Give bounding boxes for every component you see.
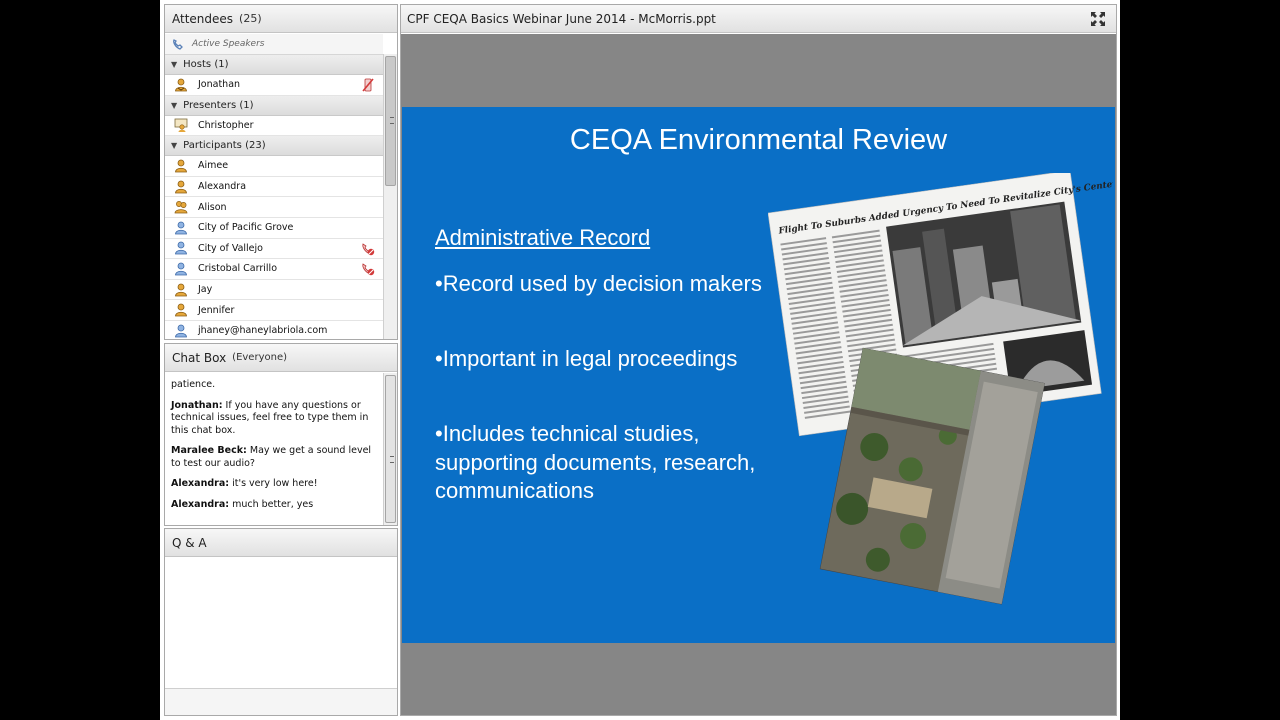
participant-group-icon xyxy=(174,200,188,214)
attendee-name: City of Pacific Grove xyxy=(198,222,294,234)
phone-muted-icon[interactable] xyxy=(361,262,375,276)
meeting-window: Attendees (25) Active Speakers ▼ Hosts (… xyxy=(160,0,1120,720)
attendee-name: City of Vallejo xyxy=(198,242,263,254)
group-hosts[interactable]: ▼ Hosts (1) xyxy=(165,55,383,75)
group-participants-label: Participants (23) xyxy=(183,140,266,152)
active-speakers: Active Speakers xyxy=(165,34,383,55)
share-stage: CEQA Environmental Review Administrative… xyxy=(401,34,1116,715)
chat-scope: (Everyone) xyxy=(232,352,288,363)
phone-icon xyxy=(173,38,183,50)
share-title: CPF CEQA Basics Webinar June 2014 - McMo… xyxy=(407,11,716,26)
share-header: CPF CEQA Basics Webinar June 2014 - McMo… xyxy=(401,5,1116,33)
attendees-count: (25) xyxy=(239,12,262,25)
slide-bullet: •Record used by decision makers xyxy=(435,271,762,296)
participant-user-icon xyxy=(174,241,188,255)
attendee-scrollbar[interactable] xyxy=(383,54,397,339)
qa-pod: Q & A xyxy=(164,528,398,716)
attendee-name: jhaney@haneylabriola.com xyxy=(198,325,328,337)
chat-message: Maralee Beck: May we get a sound level t… xyxy=(171,445,372,469)
attendee-row[interactable]: jhaney@haneylabriola.com xyxy=(165,320,383,339)
attendee-row[interactable]: City of Vallejo xyxy=(165,238,383,260)
chat-message: Alexandra: it's very low here! xyxy=(171,478,318,489)
participant-user-icon xyxy=(174,324,188,338)
chat-message: Jonathan: If you have any questions or t… xyxy=(171,399,369,436)
attendee-name: Alison xyxy=(198,201,227,213)
group-participants[interactable]: ▼ Participants (23) xyxy=(165,136,383,157)
attendee-list: Active Speakers ▼ Hosts (1) Jonathan ▼ P… xyxy=(165,34,383,339)
chat-message: patience. xyxy=(171,379,216,390)
chat-scroll-thumb[interactable] xyxy=(385,375,396,523)
attendee-row[interactable]: Jennifer xyxy=(165,300,383,321)
slide-title: CEQA Environmental Review xyxy=(569,124,948,156)
participant-user-icon xyxy=(174,221,188,235)
collapse-triangle-icon: ▼ xyxy=(171,60,178,69)
attendee-row[interactable]: Jay xyxy=(165,279,383,301)
chat-messages: patience. Jonathan: If you have any ques… xyxy=(165,373,383,525)
participant-user-icon xyxy=(174,159,188,173)
attendee-name: Aimee xyxy=(198,160,229,172)
attendee-row[interactable]: City of Pacific Grove xyxy=(165,217,383,239)
host-user-icon xyxy=(174,78,188,92)
slide-images: Flight To Suburbs Added Urgency To Need … xyxy=(767,170,1115,643)
active-speakers-label: Active Speakers xyxy=(192,39,265,49)
qa-header[interactable]: Q & A xyxy=(165,529,397,557)
group-presenters-label: Presenters (1) xyxy=(183,99,254,111)
participant-user-icon xyxy=(174,262,188,276)
attendee-name: Christopher xyxy=(198,119,254,131)
slide-bullet: •Includes technical studies, supporting … xyxy=(435,421,756,503)
chat-title: Chat Box xyxy=(172,350,227,365)
collapse-triangle-icon: ▼ xyxy=(171,100,178,110)
participant-user-icon xyxy=(174,180,188,194)
presenter-icon xyxy=(174,118,188,133)
attendee-name: Cristobal Carrillo xyxy=(198,263,278,275)
collapse-triangle-icon: ▼ xyxy=(171,141,178,151)
participant-user-icon xyxy=(174,303,188,317)
attendee-name: Jonathan xyxy=(198,79,241,91)
attendees-pod: Attendees (25) Active Speakers ▼ Hosts (… xyxy=(164,4,398,340)
chat-scrollbar[interactable] xyxy=(383,373,397,525)
chat-pod: Chat Box (Everyone) patience. Jonathan: … xyxy=(164,343,398,526)
attendees-header[interactable]: Attendees (25) xyxy=(165,5,397,33)
qa-input-bar[interactable] xyxy=(165,688,397,715)
attendee-scroll-thumb[interactable] xyxy=(385,56,396,186)
share-pod: CPF CEQA Basics Webinar June 2014 - McMo… xyxy=(400,4,1117,716)
attendee-row[interactable]: Christopher xyxy=(165,115,383,137)
slide-image-collage: Flight To Suburbs Added Urgency To Need … xyxy=(767,170,1115,605)
fullscreen-icon[interactable] xyxy=(1090,11,1106,27)
phone-muted-icon[interactable] xyxy=(361,242,375,256)
attendee-row[interactable]: Jonathan xyxy=(165,75,383,96)
chat-header[interactable]: Chat Box (Everyone) xyxy=(165,344,397,372)
attendee-name: Alexandra xyxy=(198,181,247,193)
attendee-name: Jay xyxy=(198,284,213,296)
attendees-title: Attendees xyxy=(172,11,234,26)
qa-title: Q & A xyxy=(172,535,207,550)
participant-user-icon xyxy=(174,283,188,297)
slide-bullet: •Important in legal proceedings xyxy=(435,346,738,371)
attendee-name: Jennifer xyxy=(198,304,235,316)
group-presenters[interactable]: ▼ Presenters (1) xyxy=(165,95,383,116)
attendee-row[interactable]: Cristobal Carrillo xyxy=(165,259,383,280)
microphone-muted-icon[interactable] xyxy=(361,78,375,92)
attendee-row[interactable]: Aimee xyxy=(165,156,383,177)
attendee-row[interactable]: Alison xyxy=(165,197,383,218)
group-hosts-label: Hosts (1) xyxy=(183,59,229,70)
slide-subtitle: Administrative Record xyxy=(435,225,651,250)
chat-message: Alexandra: much better, yes xyxy=(171,498,314,510)
slide: CEQA Environmental Review Administrative… xyxy=(402,107,1115,643)
attendee-row[interactable]: Alexandra xyxy=(165,176,383,198)
